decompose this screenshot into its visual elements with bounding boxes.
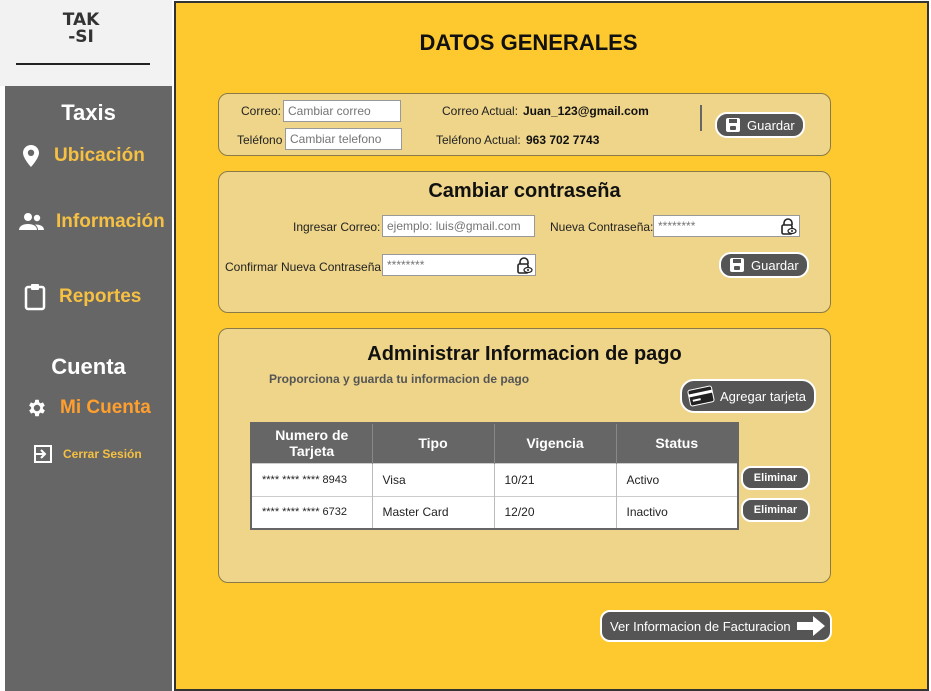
delete-card-label: Eliminar [753, 504, 798, 516]
column-header: Tipo [372, 423, 495, 463]
main-content: DATOS GENERALES Correo: Teléfono Correo … [174, 1, 929, 691]
change-password-title: Cambiar contraseña [428, 180, 621, 202]
payment-card: Administrar Informacion de pago Proporci… [218, 328, 831, 583]
sidebar-item-ubicacion[interactable]: Ubicación [21, 144, 145, 168]
view-billing-label: Ver Informacion de Facturacion [610, 618, 791, 634]
add-card-button[interactable]: Agregar tarjeta [680, 379, 816, 413]
column-header: Numero de Tarjeta [251, 423, 373, 463]
sidebar-item-label: Ubicación [54, 145, 145, 166]
card-type-cell: Master Card [372, 495, 495, 529]
confirm-password-wrapper [382, 254, 536, 276]
phone-input[interactable] [285, 128, 402, 150]
sidebar-item-label: Reportes [59, 286, 142, 307]
sidebar-section-cuenta: Cuenta [51, 354, 126, 379]
save-general-label: Guardar [747, 117, 795, 133]
add-card-label: Agregar tarjeta [720, 388, 806, 404]
logo: TAK -SI [56, 12, 106, 56]
sidebar-item-informacion[interactable]: Información [18, 211, 165, 233]
sidebar-section-taxis: Taxis [61, 100, 116, 125]
sidebar-item-reportes[interactable]: Reportes [24, 283, 141, 311]
new-password-wrapper [653, 215, 800, 237]
table-row: **** **** **** 6732 Master Card 12/20 In… [251, 495, 738, 529]
current-email-value: Juan_123@gmail.com [523, 104, 649, 118]
sidebar-item-mi-cuenta[interactable]: Mi Cuenta [26, 397, 151, 419]
change-password-card: Cambiar contraseña Ingresar Correo: Nuev… [218, 171, 831, 313]
confirm-password-label: Confirmar Nueva Contraseña [225, 260, 382, 274]
card-status-cell: Inactivo [616, 495, 738, 529]
logout-icon [34, 445, 52, 463]
new-password-input[interactable] [653, 215, 800, 237]
sidebar-item-label: Información [56, 211, 165, 232]
sidebar-item-cerrar-sesion[interactable]: Cerrar Sesión [33, 444, 142, 464]
save-password-label: Guardar [751, 257, 799, 273]
general-data-card: Correo: Teléfono Correo Actual: Juan_123… [218, 93, 831, 156]
floppy-disk-icon [726, 118, 740, 132]
table-header-row: Numero de Tarjeta Tipo Vigencia Status [251, 423, 738, 463]
column-header: Status [616, 423, 738, 463]
logo-area: TAK -SI [0, 0, 172, 86]
lock-eye-icon[interactable] [515, 256, 533, 274]
vertical-divider [700, 105, 702, 131]
card-type-cell: Visa [372, 462, 495, 496]
card-expiry-cell: 12/20 [494, 495, 617, 529]
delete-card-button[interactable]: Eliminar [741, 466, 810, 490]
card-status-cell: Activo [616, 462, 738, 496]
save-password-button[interactable]: Guardar [719, 252, 809, 278]
current-email-label: Correo Actual: [442, 104, 519, 118]
logo-line-2: -SI [68, 27, 94, 47]
sidebar: Taxis Ubicación Información Reportes Cue… [5, 86, 172, 691]
current-phone-label: Teléfono Actual: [436, 133, 521, 147]
cards-table: Numero de Tarjeta Tipo Vigencia Status *… [250, 422, 739, 530]
table-row: **** **** **** 8943 Visa 10/21 Activo [251, 462, 738, 496]
new-password-label: Nueva Contraseña: [550, 220, 654, 234]
lock-eye-icon[interactable] [779, 217, 797, 235]
clipboard-icon [24, 284, 46, 311]
payment-subtitle: Proporciona y guarda tu informacion de p… [269, 372, 530, 386]
arrow-right-icon [797, 616, 825, 636]
gear-icon [29, 399, 45, 417]
card-number-cell: **** **** **** 8943 [251, 462, 373, 496]
password-email-input[interactable] [382, 215, 535, 237]
column-header: Vigencia [494, 423, 617, 463]
phone-label: Teléfono [237, 133, 283, 147]
view-billing-button[interactable]: Ver Informacion de Facturacion [600, 610, 832, 642]
people-icon [19, 213, 44, 230]
current-phone-value: 963 702 7743 [526, 133, 600, 147]
sidebar-item-label: Cerrar Sesión [63, 447, 142, 461]
page-title: DATOS GENERALES [419, 30, 638, 55]
card-expiry-cell: 10/21 [494, 462, 617, 496]
confirm-password-input[interactable] [382, 254, 536, 276]
floppy-disk-icon [730, 258, 744, 272]
location-pin-icon [23, 145, 39, 167]
credit-card-icon [687, 385, 715, 407]
logo-divider [16, 63, 150, 65]
delete-card-label: Eliminar [753, 472, 798, 484]
email-confirm-label: Ingresar Correo: [293, 220, 381, 234]
save-general-button[interactable]: Guardar [715, 112, 805, 138]
email-input[interactable] [283, 100, 401, 122]
payment-title: Administrar Informacion de pago [367, 343, 682, 365]
card-number-cell: **** **** **** 6732 [251, 495, 373, 529]
sidebar-item-label: Mi Cuenta [60, 397, 151, 418]
delete-card-button[interactable]: Eliminar [741, 498, 810, 522]
email-label: Correo: [241, 104, 282, 118]
